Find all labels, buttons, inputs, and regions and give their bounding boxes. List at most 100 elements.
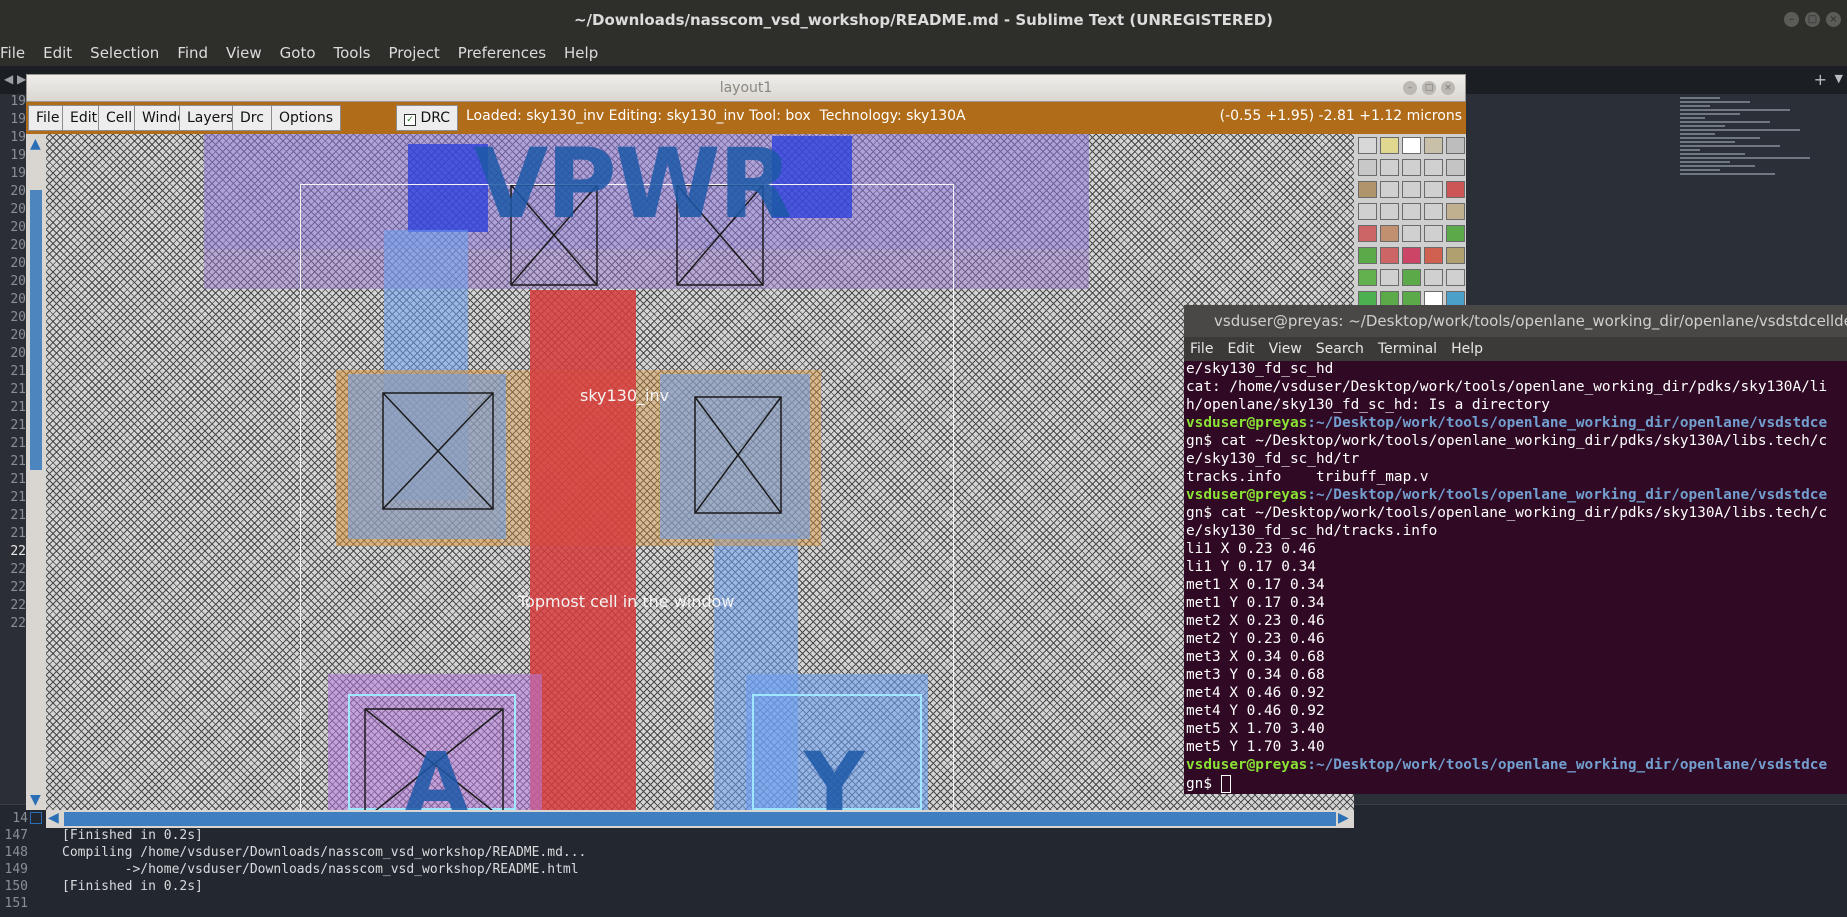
layer-swatch[interactable] bbox=[1446, 225, 1465, 242]
layer-swatch[interactable] bbox=[1380, 247, 1399, 264]
sublime-minimap[interactable] bbox=[1680, 95, 1830, 285]
menu-goto[interactable]: Goto bbox=[272, 44, 326, 62]
layer-swatch[interactable] bbox=[1424, 137, 1443, 154]
layer-swatch[interactable] bbox=[1424, 247, 1443, 264]
line-number: 21 bbox=[10, 526, 26, 541]
terminal-menu-view[interactable]: View bbox=[1269, 341, 1302, 357]
menu-edit[interactable]: Edit bbox=[35, 44, 82, 62]
layer-swatch[interactable] bbox=[1424, 203, 1443, 220]
layer-swatch[interactable] bbox=[1446, 269, 1465, 286]
menu-find[interactable]: Find bbox=[169, 44, 218, 62]
console-line: [Finished in 0.2s] bbox=[62, 879, 203, 894]
close-icon[interactable]: × bbox=[1441, 81, 1455, 95]
line-number: 21 bbox=[10, 382, 26, 397]
terminal-menu-terminal[interactable]: Terminal bbox=[1378, 341, 1437, 357]
terminal-menu-search[interactable]: Search bbox=[1316, 341, 1364, 357]
layer-swatch[interactable] bbox=[1446, 203, 1465, 220]
layer-swatch[interactable] bbox=[1424, 269, 1443, 286]
minimap-line bbox=[1680, 117, 1705, 119]
layer-swatch[interactable] bbox=[1358, 181, 1377, 198]
vertical-scrollbar-thumb[interactable] bbox=[30, 190, 42, 470]
checkbox-icon: ✓ bbox=[404, 114, 416, 126]
minimap-line bbox=[1680, 149, 1700, 151]
minimap-line bbox=[1680, 125, 1725, 127]
layer-swatch[interactable] bbox=[1380, 225, 1399, 242]
terminal-menu-edit[interactable]: Edit bbox=[1227, 341, 1254, 357]
scroll-up-icon[interactable]: ▲ bbox=[30, 136, 41, 152]
layer-swatch[interactable] bbox=[1402, 159, 1421, 176]
scroll-left-icon[interactable]: ◀ bbox=[48, 810, 59, 826]
layer-swatch[interactable] bbox=[1358, 159, 1377, 176]
layer-swatch[interactable] bbox=[1380, 203, 1399, 220]
layer-swatch[interactable] bbox=[1358, 203, 1377, 220]
line-number: 20 bbox=[10, 310, 26, 325]
layer-swatch[interactable] bbox=[1446, 137, 1465, 154]
terminal-line: cat: /home/vsduser/Desktop/work/tools/op… bbox=[1186, 379, 1828, 395]
new-tab-icon[interactable]: + bbox=[1814, 70, 1827, 89]
menu-project[interactable]: Project bbox=[380, 44, 449, 62]
menu-selection[interactable]: Selection bbox=[82, 44, 169, 62]
layout-canvas[interactable]: VPWR sky130_inv Topmost cell in the wind… bbox=[46, 134, 1354, 810]
scroll-right-icon[interactable]: ▶ bbox=[1338, 810, 1349, 826]
magic-menu-options[interactable]: Options bbox=[271, 105, 342, 131]
vpwr-label: VPWR bbox=[474, 134, 792, 240]
drc-label: DRC bbox=[420, 110, 451, 126]
magic-status-text: Loaded: sky130_inv Editing: sky130_inv T… bbox=[466, 108, 966, 124]
line-number: 21 bbox=[10, 364, 26, 379]
horizontal-scrollbar-thumb[interactable] bbox=[64, 812, 1336, 826]
minimize-icon[interactable]: – bbox=[1403, 81, 1417, 95]
terminal-line: h/openlane/sky130_fd_sc_hd: Is a directo… bbox=[1186, 397, 1550, 413]
drc-toggle[interactable]: ✓ DRC bbox=[396, 105, 459, 131]
layer-swatch[interactable] bbox=[1380, 269, 1399, 286]
layer-swatch[interactable] bbox=[1380, 159, 1399, 176]
console-line-number: 151 bbox=[4, 896, 28, 911]
layer-swatch[interactable] bbox=[1402, 247, 1421, 264]
maximize-icon[interactable]: □ bbox=[1805, 12, 1820, 27]
layer-swatch[interactable] bbox=[1402, 225, 1421, 242]
layer-palette[interactable] bbox=[1354, 134, 1466, 310]
terminal-line: met3 Y 0.34 0.68 bbox=[1186, 667, 1325, 683]
line-number: 21 bbox=[10, 436, 26, 451]
prompt-user: vsduser@preyas bbox=[1186, 487, 1308, 503]
terminal-output[interactable]: e/sky130_fd_sc_hd cat: /home/vsduser/Desk… bbox=[1184, 361, 1847, 794]
layer-swatch[interactable] bbox=[1424, 181, 1443, 198]
sublime-window-title: ~/Downloads/nasscom_vsd_workshop/README.… bbox=[573, 11, 1274, 29]
terminal-menu-help[interactable]: Help bbox=[1451, 341, 1483, 357]
maximize-icon[interactable]: □ bbox=[1422, 81, 1436, 95]
layer-swatch[interactable] bbox=[1358, 247, 1377, 264]
menu-preferences[interactable]: Preferences bbox=[450, 44, 556, 62]
menu-tools[interactable]: Tools bbox=[326, 44, 381, 62]
layer-swatch[interactable] bbox=[1402, 137, 1421, 154]
layer-swatch[interactable] bbox=[1424, 225, 1443, 242]
layer-swatch[interactable] bbox=[1380, 181, 1399, 198]
tab-scroll-arrows-icon[interactable]: ◀ ▶ bbox=[4, 72, 26, 86]
menu-help[interactable]: Help bbox=[556, 44, 608, 62]
close-icon[interactable]: × bbox=[1826, 12, 1841, 27]
layer-swatch[interactable] bbox=[1446, 159, 1465, 176]
menu-view[interactable]: View bbox=[218, 44, 272, 62]
terminal-line: gn$ cat ~/Desktop/work/tools/openlane_wo… bbox=[1186, 433, 1828, 449]
prompt-user: vsduser@preyas bbox=[1186, 757, 1308, 773]
layer-swatch[interactable] bbox=[1380, 137, 1399, 154]
terminal-menu-file[interactable]: File bbox=[1190, 341, 1213, 357]
terminal-line: li1 X 0.23 0.46 bbox=[1186, 541, 1316, 557]
layer-swatch[interactable] bbox=[1358, 225, 1377, 242]
layer-swatch[interactable] bbox=[1358, 137, 1377, 154]
terminal-menu-bar: File Edit View Search Terminal Help bbox=[1184, 337, 1847, 361]
layer-swatch[interactable] bbox=[1402, 181, 1421, 198]
layer-swatch[interactable] bbox=[1358, 269, 1377, 286]
magic-menu-drc[interactable]: Drc bbox=[232, 105, 272, 131]
layer-swatch[interactable] bbox=[1402, 203, 1421, 220]
layer-swatch[interactable] bbox=[1402, 269, 1421, 286]
layer-swatch[interactable] bbox=[1446, 181, 1465, 198]
layer-swatch[interactable] bbox=[1446, 247, 1465, 264]
pin-y-label: Y bbox=[804, 734, 865, 810]
scroll-down-icon[interactable]: ▼ bbox=[30, 792, 41, 808]
tab-list-icon[interactable]: ▼ bbox=[1835, 72, 1843, 85]
layer-swatch[interactable] bbox=[1424, 159, 1443, 176]
terminal-line: met5 X 1.70 3.40 bbox=[1186, 721, 1325, 737]
menu-file[interactable]: File bbox=[0, 44, 35, 62]
line-number: 20 bbox=[10, 328, 26, 343]
minimize-icon[interactable]: – bbox=[1784, 12, 1799, 27]
zoom-box-icon[interactable] bbox=[30, 812, 42, 824]
